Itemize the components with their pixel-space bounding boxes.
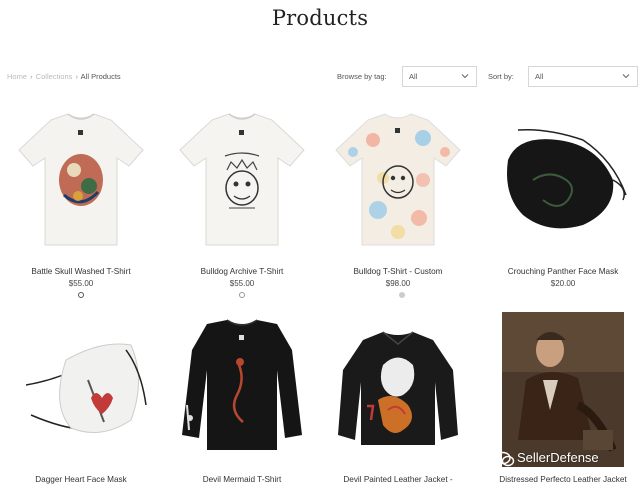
- product-image[interactable]: [6, 310, 156, 470]
- product-card[interactable]: Bulldog Archive T-Shirt $55.00: [167, 100, 317, 305]
- product-price: $55.00: [229, 279, 255, 288]
- product-price: $20.00: [550, 279, 576, 288]
- sort-by-value: All: [535, 72, 544, 81]
- product-card[interactable]: Devil Mermaid T-Shirt: [167, 310, 317, 487]
- product-name[interactable]: Bulldog T-Shirt - Custom: [323, 267, 473, 276]
- chevron-down-icon: [622, 74, 630, 79]
- product-card[interactable]: Bulldog T-Shirt - Custom $98.00: [323, 100, 473, 305]
- page-title: Products: [271, 6, 369, 30]
- browse-by-tag-select[interactable]: All: [402, 66, 477, 87]
- breadcrumb-separator: ›: [30, 72, 33, 81]
- color-swatch[interactable]: [239, 292, 245, 298]
- product-name[interactable]: Dagger Heart Face Mask: [6, 475, 156, 484]
- product-card[interactable]: Dagger Heart Face Mask: [6, 310, 156, 487]
- product-image[interactable]: [323, 310, 473, 470]
- product-image[interactable]: [488, 100, 638, 260]
- product-image[interactable]: [167, 310, 317, 470]
- watermark: SellerDefense: [493, 449, 640, 469]
- wechat-icon: [495, 451, 515, 467]
- product-card[interactable]: Devil Painted Leather Jacket -: [323, 310, 473, 487]
- color-swatch[interactable]: [399, 292, 405, 298]
- breadcrumb: Home › Collections › All Products: [7, 72, 121, 81]
- breadcrumb-separator: ›: [75, 72, 78, 81]
- browse-by-tag-label: Browse by tag:: [337, 72, 387, 81]
- breadcrumb-home-link[interactable]: Home: [7, 72, 27, 81]
- product-name[interactable]: Battle Skull Washed T-Shirt: [6, 267, 156, 276]
- product-price: $98.00: [385, 279, 411, 288]
- product-image[interactable]: [167, 100, 317, 260]
- color-swatch[interactable]: [78, 292, 84, 298]
- product-name[interactable]: Crouching Panther Face Mask: [488, 267, 638, 276]
- watermark-text: SellerDefense: [517, 450, 599, 465]
- product-name[interactable]: Bulldog Archive T-Shirt: [167, 267, 317, 276]
- sort-by-label: Sort by:: [488, 72, 514, 81]
- product-name[interactable]: Distressed Perfecto Leather Jacket: [488, 475, 638, 484]
- product-card[interactable]: Crouching Panther Face Mask $20.00: [488, 100, 638, 305]
- product-price: $55.00: [68, 279, 94, 288]
- chevron-down-icon: [461, 74, 469, 79]
- product-name[interactable]: Devil Painted Leather Jacket -: [323, 475, 473, 484]
- sort-by-select[interactable]: All: [528, 66, 638, 87]
- breadcrumb-collections-link[interactable]: Collections: [36, 72, 73, 81]
- product-name[interactable]: Devil Mermaid T-Shirt: [167, 475, 317, 484]
- product-card[interactable]: Battle Skull Washed T-Shirt $55.00: [6, 100, 156, 305]
- breadcrumb-current: All Products: [80, 72, 121, 81]
- product-image[interactable]: [488, 310, 638, 470]
- product-image[interactable]: [323, 100, 473, 260]
- product-image[interactable]: [6, 100, 156, 260]
- browse-by-tag-value: All: [409, 72, 418, 81]
